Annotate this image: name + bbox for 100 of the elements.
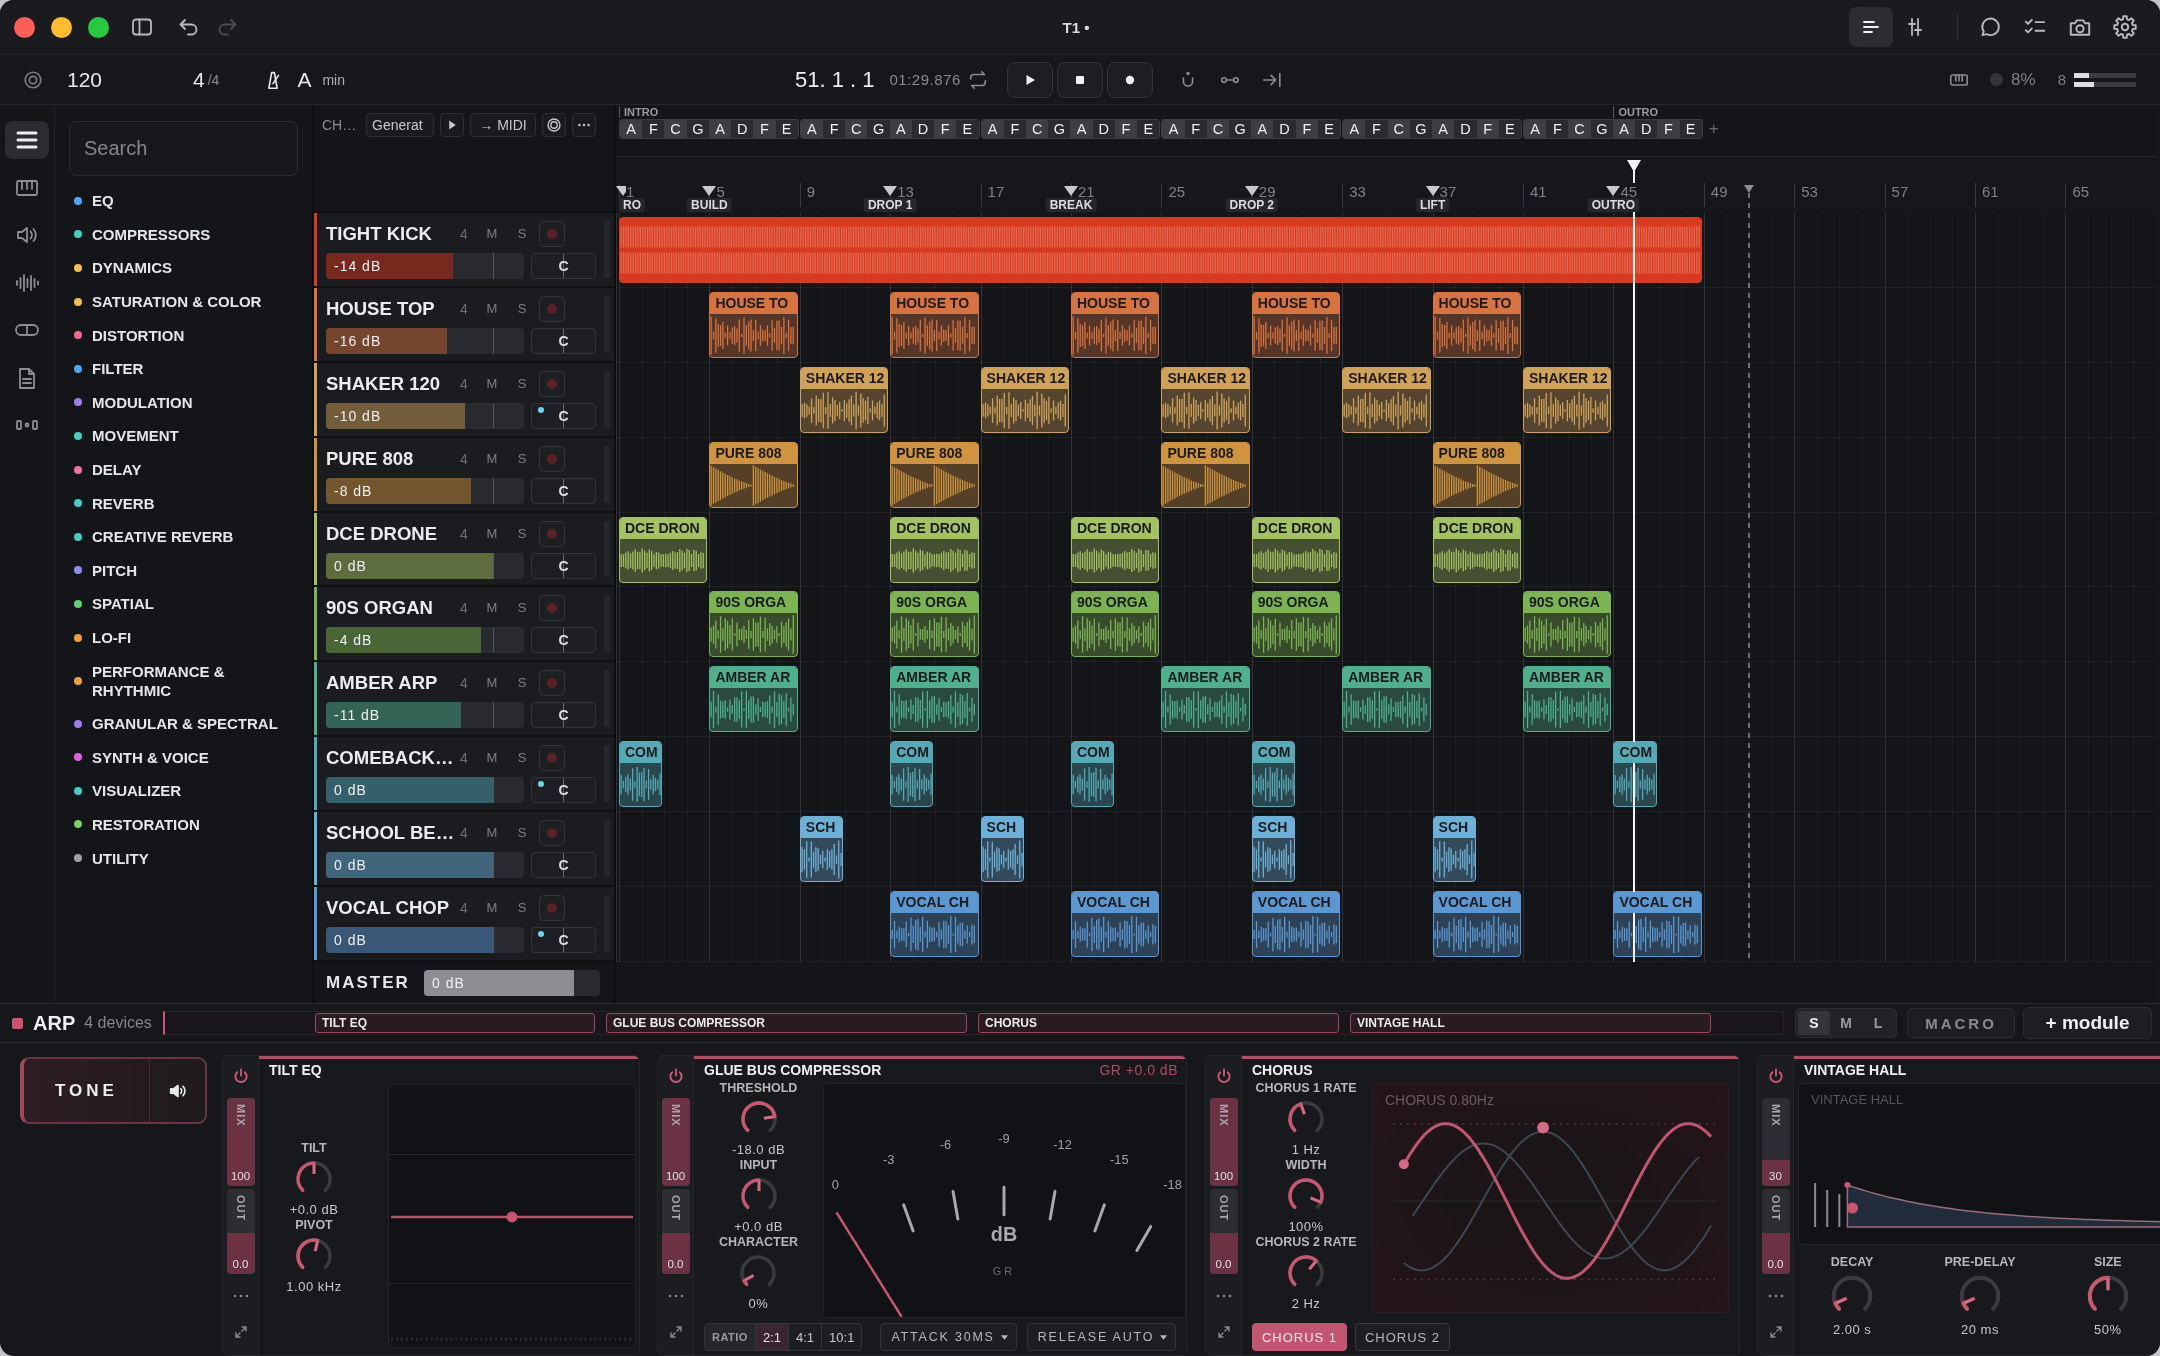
- chord-cell[interactable]: E: [1317, 120, 1341, 138]
- category-item[interactable]: PERFORMANCE & RHYTHMIC: [69, 654, 296, 707]
- audio-clip[interactable]: COM: [1251, 741, 1295, 808]
- category-item[interactable]: DISTORTION: [69, 318, 296, 352]
- expand-icon[interactable]: [1217, 1326, 1230, 1338]
- arrange-view-button[interactable]: [1849, 7, 1893, 47]
- marker-handle-icon[interactable]: [702, 186, 717, 196]
- audio-clip[interactable]: HOUSE TO: [1432, 291, 1521, 358]
- chorus-tab[interactable]: CHORUS 2: [1355, 1323, 1450, 1351]
- chord-block[interactable]: A F C G A D F E: [980, 119, 1161, 139]
- chord-cell[interactable]: F: [934, 120, 957, 138]
- track-header[interactable]: VOCAL CHOP 4 M S 0 dB C: [314, 887, 614, 962]
- volume-fader[interactable]: 0 dB: [326, 927, 524, 953]
- category-item[interactable]: PITCH: [69, 553, 296, 588]
- category-item[interactable]: UTILITY: [69, 841, 296, 875]
- category-item[interactable]: GRANULAR & SPECTRAL: [69, 706, 296, 741]
- mute-button[interactable]: M: [484, 449, 500, 468]
- chord-block[interactable]: A F C G A D F E: [799, 119, 980, 139]
- marker-label[interactable]: LIFT: [1415, 198, 1450, 212]
- audio-clip[interactable]: [619, 217, 1702, 283]
- chord-cell[interactable]: E: [956, 120, 979, 138]
- close-icon[interactable]: [14, 16, 35, 38]
- audio-clip[interactable]: VOCAL CH: [1251, 891, 1341, 957]
- audio-clip[interactable]: 90S ORGA: [1071, 591, 1160, 658]
- solo-button[interactable]: S: [514, 599, 530, 618]
- chord-cell[interactable]: A: [1432, 120, 1455, 138]
- category-item[interactable]: SPATIAL: [69, 587, 296, 621]
- solo-button[interactable]: S: [514, 749, 530, 768]
- audio-clip[interactable]: 90S ORGA: [1251, 591, 1341, 658]
- chord-cell[interactable]: A: [1251, 120, 1274, 138]
- marker-handle-icon[interactable]: [883, 186, 898, 196]
- mute-button[interactable]: M: [484, 824, 500, 843]
- category-item[interactable]: SYNTH & VOICE: [69, 740, 296, 775]
- audio-clip[interactable]: 90S ORGA: [890, 591, 979, 658]
- marker-handle-icon[interactable]: [1425, 186, 1440, 196]
- category-item[interactable]: MOVEMENT: [69, 419, 296, 453]
- ratio-option[interactable]: 4:1: [788, 1324, 822, 1350]
- audio-clip[interactable]: DCE DRON: [890, 516, 979, 583]
- chord-cell[interactable]: C: [664, 120, 687, 138]
- chord-cell[interactable]: A: [1343, 120, 1366, 138]
- pan-control[interactable]: C: [531, 402, 596, 429]
- volume-fader[interactable]: -11 dB: [326, 702, 524, 729]
- audio-clip[interactable]: PURE 808: [890, 441, 979, 508]
- audio-clip[interactable]: COM: [1071, 741, 1115, 808]
- size-option[interactable]: S: [1798, 1011, 1830, 1035]
- category-item[interactable]: CREATIVE REVERB: [69, 519, 296, 554]
- chord-cell[interactable]: E: [1137, 120, 1160, 138]
- mute-button[interactable]: M: [484, 299, 500, 318]
- category-item[interactable]: LO-FI: [69, 620, 296, 655]
- marker-label[interactable]: DROP 1: [863, 198, 917, 212]
- output-slider[interactable]: OUT 0.0: [1761, 1189, 1790, 1274]
- stop-button[interactable]: [1056, 61, 1103, 98]
- pan-control[interactable]: C: [531, 327, 596, 354]
- mute-button[interactable]: M: [484, 374, 500, 393]
- audio-clip[interactable]: 90S ORGA: [709, 591, 798, 658]
- output-slider[interactable]: OUT 0.0: [1209, 1189, 1238, 1274]
- chord-cell[interactable]: A: [1524, 120, 1547, 138]
- chord-cell[interactable]: D: [1273, 120, 1296, 138]
- mute-button[interactable]: M: [484, 674, 500, 693]
- track-header[interactable]: SHAKER 120 4 M S -10 dB C: [314, 362, 614, 438]
- track-header[interactable]: TIGHT KICK 4 M S -14 dB C: [314, 213, 614, 288]
- audio-clip[interactable]: COM: [890, 741, 934, 808]
- audio-clip[interactable]: SHAKER 12: [1342, 366, 1431, 433]
- marker-label[interactable]: DROP 2: [1225, 198, 1279, 212]
- audio-clip[interactable]: DCE DRON: [619, 516, 708, 583]
- chord-cell[interactable]: G: [1229, 120, 1252, 138]
- mute-button[interactable]: M: [484, 899, 500, 917]
- search-field[interactable]: Search: [69, 121, 298, 176]
- marker-label[interactable]: RO: [619, 198, 645, 212]
- chord-cell[interactable]: F: [1003, 120, 1027, 138]
- chord-block[interactable]: A F C G A D F E: [1523, 119, 1703, 139]
- more-icon[interactable]: [572, 113, 596, 137]
- marker-handle-icon[interactable]: [1064, 186, 1078, 196]
- mix-slider[interactable]: MIX 100: [226, 1098, 255, 1186]
- macro-button[interactable]: MACRO: [1907, 1008, 2015, 1038]
- audio-clip[interactable]: SHAKER 12: [980, 366, 1069, 433]
- audio-clip[interactable]: SHAKER 12: [1523, 366, 1612, 433]
- solo-button[interactable]: S: [514, 524, 530, 543]
- track-header[interactable]: COMEBACK… 4 M S 0 dB C: [314, 737, 614, 813]
- chord-cell[interactable]: F: [1184, 120, 1207, 138]
- category-item[interactable]: MODULATION: [69, 385, 296, 420]
- audio-clip[interactable]: VOCAL CH: [1071, 891, 1160, 957]
- audio-clip[interactable]: SCH: [1251, 816, 1295, 883]
- settings-icon[interactable]: [2112, 14, 2138, 40]
- chord-cell[interactable]: F: [823, 120, 846, 138]
- target-icon[interactable]: [542, 113, 566, 137]
- chord-cell[interactable]: F: [642, 120, 665, 138]
- solo-button[interactable]: S: [514, 824, 530, 843]
- device-segment[interactable]: VINTAGE HALL: [1350, 1013, 1711, 1033]
- mute-button[interactable]: M: [484, 225, 500, 243]
- minimize-icon[interactable]: [51, 16, 72, 38]
- category-item[interactable]: VISUALIZER: [69, 774, 296, 808]
- more-icon[interactable]: [1767, 1294, 1784, 1298]
- audio-clip[interactable]: AMBER AR: [890, 666, 979, 733]
- pan-control[interactable]: C: [531, 552, 596, 579]
- chorus-tab[interactable]: CHORUS 1: [1252, 1323, 1347, 1351]
- chord-cell[interactable]: F: [1365, 120, 1388, 138]
- track-header[interactable]: HOUSE TOP 4 M S -16 dB C: [314, 287, 614, 363]
- audio-clip[interactable]: VOCAL CH: [1613, 891, 1702, 957]
- chord-cell[interactable]: C: [1206, 120, 1230, 138]
